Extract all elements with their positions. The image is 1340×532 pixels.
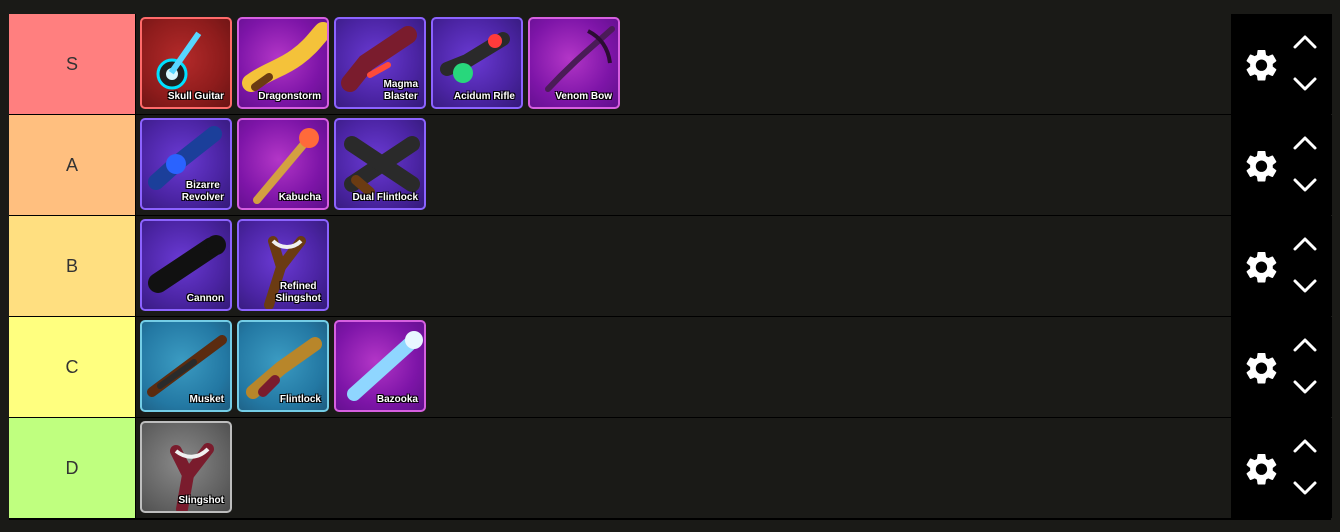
chevron-down-icon[interactable] <box>1292 276 1318 294</box>
tier-row-b: B Cannon Refined Slingshot <box>9 216 1332 316</box>
chevron-down-icon[interactable] <box>1292 377 1318 395</box>
tier-items[interactable]: Slingshot <box>136 418 1231 518</box>
tier-label: S <box>9 14 136 114</box>
tier-row-a: A Bizarre Revolver Kabucha Dual Flintloc… <box>9 115 1332 215</box>
tier-item[interactable]: Dual Flintlock <box>334 118 426 210</box>
tier-label: A <box>9 115 136 215</box>
item-name: Acidum Rifle <box>453 91 515 102</box>
chevron-down-icon[interactable] <box>1292 478 1318 496</box>
tier-controls <box>1231 418 1332 518</box>
tier-items[interactable]: Cannon Refined Slingshot <box>136 216 1231 316</box>
chevron-up-icon[interactable] <box>1292 337 1318 355</box>
item-name: Flintlock <box>279 394 321 405</box>
chevron-down-icon[interactable] <box>1292 74 1318 92</box>
tier-item[interactable]: Venom Bow <box>528 17 620 109</box>
tier-controls <box>1231 216 1332 316</box>
tier-items[interactable]: Skull Guitar Dragonstorm Magma Blaster A… <box>136 14 1231 114</box>
item-name: Bazooka <box>376 394 418 405</box>
chevron-up-icon[interactable] <box>1292 236 1318 254</box>
tier-item[interactable]: Bizarre Revolver <box>140 118 232 210</box>
tier-row-d: D Slingshot <box>9 418 1332 518</box>
item-name: Dragonstorm <box>258 91 321 102</box>
item-name: Slingshot <box>178 495 224 506</box>
tier-controls <box>1231 115 1332 215</box>
tier-item[interactable]: Slingshot <box>140 421 232 513</box>
tier-item[interactable]: Skull Guitar <box>140 17 232 109</box>
tier-label: D <box>9 418 136 518</box>
item-name: Bizarre Revolver <box>181 180 224 203</box>
gear-icon[interactable] <box>1242 147 1278 183</box>
tier-row-c: C Musket Flintlock Bazooka <box>9 317 1332 417</box>
tier-item[interactable]: Flintlock <box>237 320 329 412</box>
item-name: Venom Bow <box>555 91 612 102</box>
gear-icon[interactable] <box>1242 46 1278 82</box>
tier-row-s: S Skull Guitar Dragonstorm Magma Blaster… <box>9 14 1332 114</box>
tier-label: C <box>9 317 136 417</box>
item-name: Cannon <box>186 293 224 304</box>
tier-list: S Skull Guitar Dragonstorm Magma Blaster… <box>9 14 1332 520</box>
tier-label: B <box>9 216 136 316</box>
item-name: Magma Blaster <box>383 79 418 102</box>
gear-icon[interactable] <box>1242 248 1278 284</box>
tier-item[interactable]: Magma Blaster <box>334 17 426 109</box>
gear-icon[interactable] <box>1242 450 1278 486</box>
tier-items[interactable]: Musket Flintlock Bazooka <box>136 317 1231 417</box>
item-name: Kabucha <box>278 192 321 203</box>
tier-item[interactable]: Bazooka <box>334 320 426 412</box>
tier-item[interactable]: Kabucha <box>237 118 329 210</box>
tier-item[interactable]: Acidum Rifle <box>431 17 523 109</box>
chevron-down-icon[interactable] <box>1292 175 1318 193</box>
chevron-up-icon[interactable] <box>1292 438 1318 456</box>
gear-icon[interactable] <box>1242 349 1278 385</box>
chevron-up-icon[interactable] <box>1292 34 1318 52</box>
tier-item[interactable]: Musket <box>140 320 232 412</box>
tier-controls <box>1231 317 1332 417</box>
tier-item[interactable]: Cannon <box>140 219 232 311</box>
item-name: Skull Guitar <box>167 91 224 102</box>
tier-item[interactable]: Dragonstorm <box>237 17 329 109</box>
item-name: Musket <box>189 394 224 405</box>
tier-controls <box>1231 14 1332 114</box>
chevron-up-icon[interactable] <box>1292 135 1318 153</box>
item-name: Dual Flintlock <box>352 192 418 203</box>
tier-items[interactable]: Bizarre Revolver Kabucha Dual Flintlock <box>136 115 1231 215</box>
item-name: Refined Slingshot <box>275 281 321 304</box>
tier-item[interactable]: Refined Slingshot <box>237 219 329 311</box>
